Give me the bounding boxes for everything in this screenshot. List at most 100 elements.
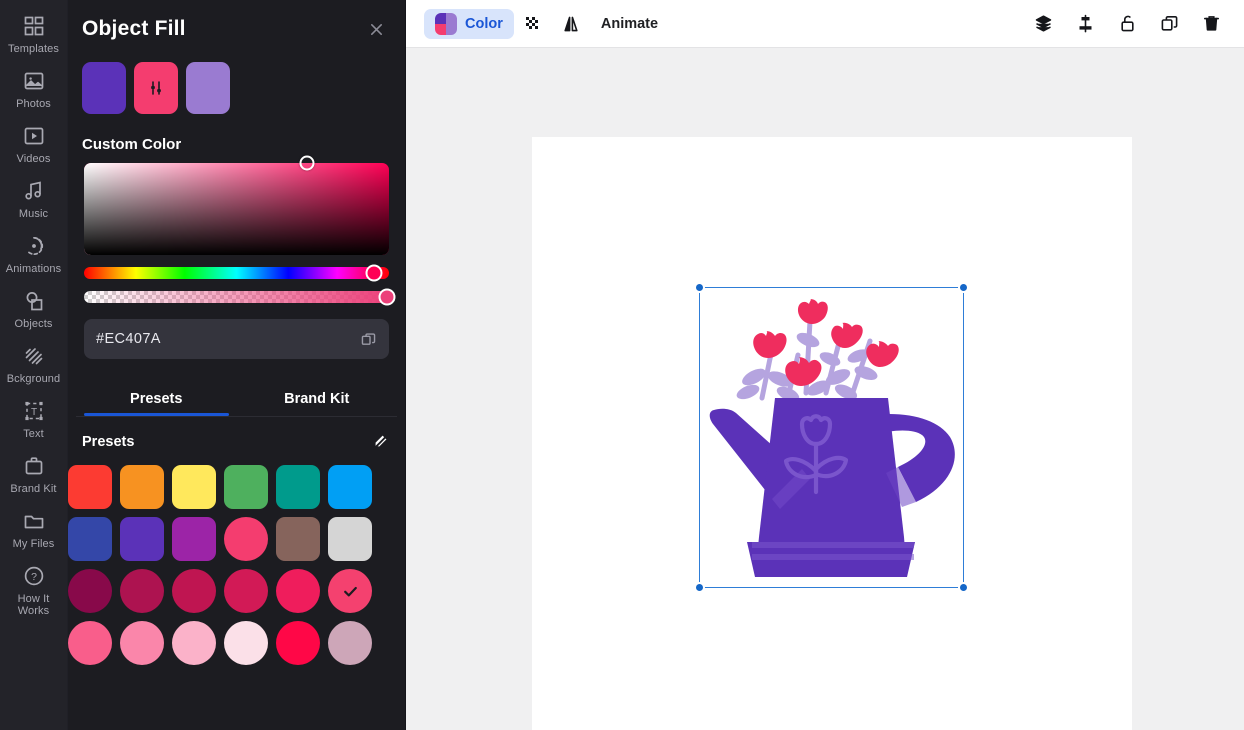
preset-swatch-18[interactable] [68, 621, 112, 665]
preset-swatch-14[interactable] [172, 569, 216, 613]
preset-swatch-11[interactable] [328, 517, 372, 561]
sidebar-item-videos[interactable]: Videos [0, 116, 68, 171]
sidebar-item-objects[interactable]: Objects [0, 281, 68, 336]
preset-swatch-20[interactable] [172, 621, 216, 665]
sidebar-item-label: Text [23, 428, 44, 440]
trash-icon [1201, 13, 1222, 34]
preset-swatch-22[interactable] [276, 621, 320, 665]
presets-heading: Presets [82, 434, 135, 450]
sidebar-item-label: Music [18, 208, 49, 220]
sidebar-item-label: How It Works [17, 593, 50, 617]
preset-swatch-7[interactable] [120, 517, 164, 561]
hex-value-text[interactable]: #EC407A [96, 331, 161, 347]
preset-swatch-12[interactable] [68, 569, 112, 613]
photos-icon [22, 69, 46, 93]
flip-button[interactable] [552, 8, 590, 40]
preset-swatch-16[interactable] [276, 569, 320, 613]
color-quad-icon [435, 12, 457, 35]
preset-swatch-4[interactable] [276, 465, 320, 509]
preset-swatch-6[interactable] [68, 517, 112, 561]
sidebar-item-label: Videos [16, 153, 51, 165]
animate-button-label: Animate [600, 15, 659, 32]
alpha-slider[interactable] [84, 288, 396, 306]
sidebar-item-templates[interactable]: Templates [0, 6, 68, 61]
color-button[interactable]: Color [424, 8, 514, 39]
close-icon[interactable] [363, 16, 389, 42]
sidebar-item-label: Objects [14, 318, 53, 330]
sv-gradient [84, 163, 389, 255]
videos-icon [22, 124, 46, 148]
top-toolbar: Color Animate [406, 0, 1244, 48]
preset-swatch-0[interactable] [68, 465, 112, 509]
preset-swatch-3[interactable] [224, 465, 268, 509]
align-icon [1075, 13, 1096, 34]
duplicate-button[interactable] [1150, 8, 1188, 40]
unlock-button[interactable] [1108, 8, 1146, 40]
sidebar-item-music[interactable]: Music [0, 171, 68, 226]
brandkit-icon [22, 454, 46, 478]
preset-swatch-9[interactable] [224, 517, 268, 561]
animations-icon [22, 234, 46, 258]
sidebar-item-how-it-works[interactable]: ? How It Works [0, 556, 68, 623]
preset-swatch-15[interactable] [224, 569, 268, 613]
checkerboard-icon [523, 14, 543, 34]
sidebar-item-background[interactable]: Bckground [0, 336, 68, 391]
hue-track [84, 267, 389, 279]
object-fill-panel: Object Fill Custom Color #EC407A Presets… [68, 0, 406, 730]
alpha-track [84, 291, 389, 303]
copy-icon[interactable] [360, 331, 377, 348]
animate-button[interactable]: Animate [590, 9, 669, 39]
saturation-value-picker[interactable] [84, 155, 389, 255]
align-button[interactable] [1066, 8, 1104, 40]
sidebar-item-my-files[interactable]: My Files [0, 501, 68, 556]
svg-text:T: T [30, 407, 36, 418]
canvas-area[interactable] [406, 48, 1244, 730]
tab-presets[interactable]: Presets [76, 381, 237, 416]
myfiles-icon [22, 509, 46, 533]
sv-black-layer [84, 163, 389, 255]
hex-input-row[interactable]: #EC407A [84, 319, 389, 359]
selection-handle-bottom-left[interactable] [694, 582, 705, 593]
layers-button[interactable] [1024, 8, 1062, 40]
fill-mode-swatches [68, 58, 405, 114]
sidebar-item-label: Bckground [6, 373, 61, 385]
sidebar-item-brand-kit[interactable]: Brand Kit [0, 446, 68, 501]
light-color-swatch[interactable] [186, 62, 230, 114]
gradient-settings-swatch[interactable] [134, 62, 178, 114]
transparency-button[interactable] [514, 8, 552, 40]
selection-box[interactable] [694, 282, 969, 593]
preset-swatch-8[interactable] [172, 517, 216, 561]
selection-handle-top-left[interactable] [694, 282, 705, 293]
tab-brand-kit[interactable]: Brand Kit [237, 381, 398, 416]
preset-swatch-2[interactable] [172, 465, 216, 509]
flip-horizontal-icon [561, 14, 581, 34]
selection-handle-top-right[interactable] [958, 282, 969, 293]
sv-picker-knob[interactable] [299, 155, 315, 171]
objects-icon [22, 289, 46, 313]
preset-swatch-10[interactable] [276, 517, 320, 561]
sidebar-item-animations[interactable]: Animations [0, 226, 68, 281]
solid-color-swatch[interactable] [82, 62, 126, 114]
hue-slider[interactable] [84, 264, 389, 282]
layers-icon [1033, 13, 1054, 34]
preset-swatch-5[interactable] [328, 465, 372, 509]
preset-swatch-21[interactable] [224, 621, 268, 665]
preset-swatch-13[interactable] [120, 569, 164, 613]
sidebar-item-label: Animations [5, 263, 62, 275]
no-color-eyedropper-icon[interactable] [371, 433, 389, 451]
selection-handle-bottom-right[interactable] [958, 582, 969, 593]
preset-swatch-1[interactable] [120, 465, 164, 509]
preset-swatch-17[interactable] [328, 569, 372, 613]
preset-swatch-19[interactable] [120, 621, 164, 665]
tab-label: Brand Kit [284, 391, 350, 407]
music-icon [22, 179, 46, 203]
sidebar-item-label: Photos [16, 98, 51, 110]
preset-swatch-23[interactable] [328, 621, 372, 665]
sidebar-item-text[interactable]: T Text [0, 391, 68, 446]
sidebar-item-photos[interactable]: Photos [0, 61, 68, 116]
delete-button[interactable] [1192, 8, 1230, 40]
hue-slider-knob[interactable] [365, 264, 383, 282]
tab-label: Presets [130, 391, 183, 407]
background-icon [22, 344, 46, 368]
alpha-slider-knob[interactable] [378, 288, 396, 306]
